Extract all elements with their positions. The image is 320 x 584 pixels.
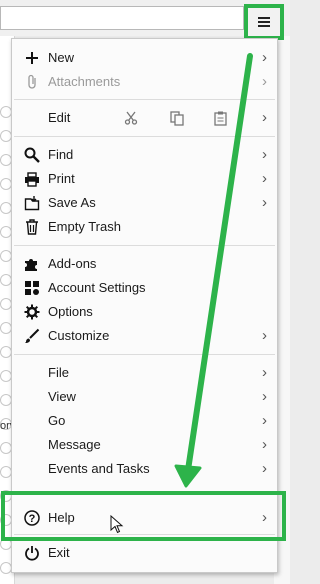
mouse-cursor-icon [110,515,124,534]
annotation-arrow [174,53,253,488]
